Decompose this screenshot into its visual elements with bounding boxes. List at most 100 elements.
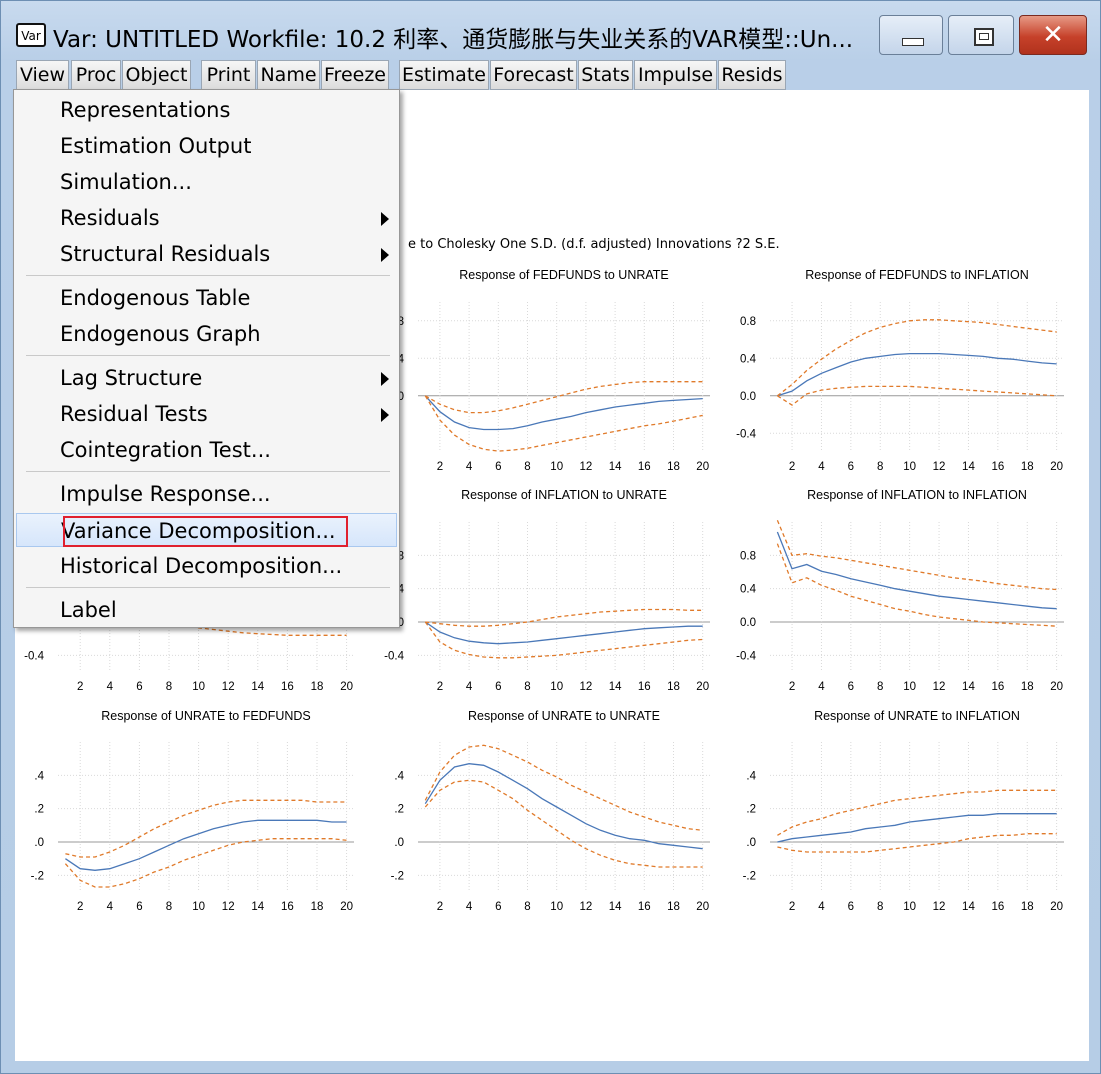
x-tick-label: 2 bbox=[437, 461, 443, 473]
x-tick-label: 10 bbox=[903, 901, 916, 913]
x-tick-label: 12 bbox=[580, 681, 593, 693]
x-tick-label: 12 bbox=[222, 901, 235, 913]
y-tick-label: .2 bbox=[746, 804, 756, 816]
menu-item-historical-decomposition[interactable]: Historical Decomposition... bbox=[16, 549, 397, 583]
x-tick-label: 14 bbox=[609, 681, 622, 693]
menu-separator bbox=[26, 355, 390, 356]
x-tick-label: 10 bbox=[192, 681, 205, 693]
x-tick-label: 10 bbox=[192, 901, 205, 913]
menu-item-impulse-response[interactable]: Impulse Response... bbox=[16, 477, 397, 511]
x-tick-label: 4 bbox=[818, 461, 825, 473]
chart-title: Response of FEDFUNDS to INFLATION bbox=[805, 268, 1028, 282]
confidence-band-line bbox=[424, 395, 703, 452]
menu-item-structural-residuals[interactable]: Structural Residuals bbox=[16, 237, 397, 271]
y-tick-label: .2 bbox=[394, 804, 404, 816]
y-tick-label: 0.8 bbox=[740, 316, 756, 328]
confidence-band-line bbox=[777, 789, 1057, 836]
y-tick-label: -0.4 bbox=[24, 650, 44, 662]
chart-title: Response of UNRATE to FEDFUNDS bbox=[101, 709, 311, 723]
x-tick-label: 8 bbox=[524, 461, 530, 473]
confidence-band-line bbox=[777, 833, 1057, 853]
x-tick-label: 20 bbox=[696, 681, 709, 693]
x-tick-label: 18 bbox=[311, 681, 324, 693]
y-tick-label: .4 bbox=[34, 770, 44, 782]
x-tick-label: 6 bbox=[495, 901, 501, 913]
x-tick-label: 2 bbox=[77, 681, 83, 693]
response-line bbox=[777, 352, 1057, 397]
x-tick-label: 16 bbox=[281, 901, 294, 913]
x-tick-label: 6 bbox=[136, 901, 142, 913]
menu-item-estimation-output[interactable]: Estimation Output bbox=[16, 129, 397, 163]
y-tick-label: .0 bbox=[34, 837, 44, 849]
x-tick-label: 6 bbox=[136, 681, 142, 693]
x-tick-label: 4 bbox=[818, 901, 825, 913]
y-tick-label: 0.4 bbox=[740, 584, 757, 596]
x-tick-label: 18 bbox=[1021, 681, 1034, 693]
y-tick-label: .0 bbox=[746, 837, 756, 849]
y-tick-label: 0.0 bbox=[740, 391, 756, 403]
confidence-band-line bbox=[64, 838, 347, 888]
x-tick-label: 12 bbox=[580, 901, 593, 913]
x-tick-label: 4 bbox=[818, 681, 825, 693]
x-tick-label: 12 bbox=[933, 681, 946, 693]
x-tick-label: 16 bbox=[638, 461, 651, 473]
x-tick-label: 4 bbox=[466, 681, 473, 693]
x-tick-label: 20 bbox=[340, 681, 353, 693]
menu-item-endogenous-graph[interactable]: Endogenous Graph bbox=[16, 317, 397, 351]
x-tick-label: 8 bbox=[877, 681, 883, 693]
x-tick-label: 18 bbox=[667, 681, 680, 693]
y-tick-label: .4 bbox=[394, 770, 404, 782]
x-tick-label: 12 bbox=[933, 901, 946, 913]
chart-title: Response of INFLATION to UNRATE bbox=[461, 488, 667, 502]
x-tick-label: 4 bbox=[107, 901, 114, 913]
x-tick-label: 16 bbox=[638, 901, 651, 913]
x-tick-label: 20 bbox=[1050, 901, 1063, 913]
x-tick-label: 10 bbox=[903, 461, 916, 473]
x-tick-label: 8 bbox=[166, 681, 172, 693]
x-tick-label: 2 bbox=[437, 681, 443, 693]
menu-item-endogenous-table[interactable]: Endogenous Table bbox=[16, 281, 397, 315]
x-tick-label: 12 bbox=[222, 681, 235, 693]
x-tick-label: 16 bbox=[991, 461, 1004, 473]
menu-item-residual-tests[interactable]: Residual Tests bbox=[16, 397, 397, 431]
x-tick-label: 16 bbox=[991, 901, 1004, 913]
response-line bbox=[424, 763, 703, 850]
menu-item-simulation[interactable]: Simulation... bbox=[16, 165, 397, 199]
x-tick-label: 8 bbox=[166, 901, 172, 913]
y-tick-label: -0.4 bbox=[384, 650, 404, 662]
x-tick-label: 12 bbox=[580, 461, 593, 473]
y-tick-label: 0.8 bbox=[740, 550, 756, 562]
response-line bbox=[65, 819, 347, 871]
x-tick-label: 12 bbox=[933, 461, 946, 473]
x-tick-label: 20 bbox=[696, 901, 709, 913]
menu-item-representations[interactable]: Representations bbox=[16, 93, 397, 127]
x-tick-label: 2 bbox=[437, 901, 443, 913]
y-tick-label: 0.4 bbox=[740, 353, 757, 365]
x-tick-label: 18 bbox=[311, 901, 324, 913]
x-tick-label: 8 bbox=[524, 901, 530, 913]
y-tick-label: -.2 bbox=[743, 870, 756, 882]
x-tick-label: 16 bbox=[638, 681, 651, 693]
x-tick-label: 8 bbox=[524, 681, 530, 693]
y-tick-label: -.2 bbox=[31, 870, 44, 882]
response-line bbox=[776, 531, 1057, 610]
x-tick-label: 20 bbox=[1050, 461, 1063, 473]
confidence-band-line bbox=[424, 779, 703, 868]
x-tick-label: 14 bbox=[962, 901, 975, 913]
menu-item-label[interactable]: Label bbox=[16, 593, 397, 627]
y-tick-label: .0 bbox=[394, 837, 404, 849]
x-tick-label: 4 bbox=[466, 461, 473, 473]
x-tick-label: 20 bbox=[1050, 681, 1063, 693]
response-line bbox=[777, 813, 1057, 843]
menu-item-residuals[interactable]: Residuals bbox=[16, 201, 397, 235]
menu-item-lag-structure[interactable]: Lag Structure bbox=[16, 361, 397, 395]
x-tick-label: 14 bbox=[962, 681, 975, 693]
y-tick-label: 0.0 bbox=[740, 617, 756, 629]
x-tick-label: 18 bbox=[1021, 901, 1034, 913]
x-tick-label: 18 bbox=[1021, 461, 1034, 473]
y-tick-label: .2 bbox=[34, 804, 44, 816]
x-tick-label: 6 bbox=[848, 461, 854, 473]
x-tick-label: 16 bbox=[991, 681, 1004, 693]
submenu-arrow-icon bbox=[381, 248, 389, 262]
menu-item-cointegration-test[interactable]: Cointegration Test... bbox=[16, 433, 397, 467]
